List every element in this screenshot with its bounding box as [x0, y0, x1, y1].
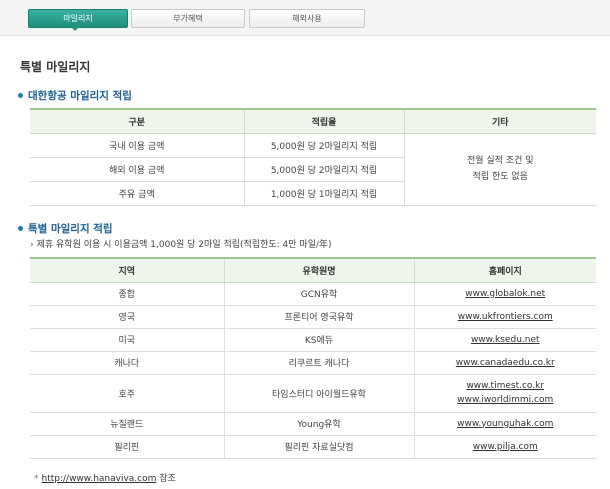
cell-homepage: www.younguhak.com: [413, 412, 596, 436]
cell-rate: 5,000원 당 2마일리지 적립: [243, 157, 404, 182]
table-header-row: 구분 적립율 기타: [30, 108, 596, 134]
bullet-icon: [18, 225, 23, 231]
section-note: › 제휴 유학원 이용 시 이용금액 1,000원 당 2마일 적립(적립한도: …: [30, 237, 332, 250]
table-row: 종합 GCN유학 www.globalok.net: [30, 282, 596, 306]
col-header-etc: 기타: [403, 108, 596, 134]
homepage-link[interactable]: www.globalok.net: [465, 289, 545, 299]
homepage-link[interactable]: www.canadaedu.co.kr: [456, 358, 555, 368]
cell-region: 캐나다: [30, 351, 224, 375]
cell-agency: 타임스터디 아이월드유학: [223, 374, 414, 413]
cell-type: 주유 금액: [30, 181, 244, 206]
cell-rate: 5,000원 당 2마일리지 적립: [243, 133, 404, 158]
cell-agency: 프론티어 영국유학: [223, 305, 414, 329]
table-row: 호주 타임스터디 아이월드유학 www.timest.co.kr www.iwo…: [30, 374, 597, 413]
cell-agency: 리쿠르트 캐나다: [223, 351, 414, 375]
cell-homepage: www.pilja.com: [413, 435, 596, 459]
cell-homepage: www.ksedu.net: [413, 328, 596, 352]
col-header-type: 구분: [30, 108, 244, 134]
footer-reference: * http://www.hanaviva.com 참조: [34, 471, 176, 484]
col-header-rate: 적립율: [243, 108, 404, 134]
cell-region: 호주: [30, 374, 224, 413]
cell-homepage: www.globalok.net: [413, 282, 596, 306]
cell-agency: Young유학: [223, 412, 414, 436]
cell-agency: GCN유학: [223, 282, 414, 306]
study-abroad-partner-table: 지역 유학원명 홈페이지 종합 GCN유학 www.globalok.net 영…: [30, 257, 596, 459]
homepage-link[interactable]: www.ukfrontiers.com: [458, 312, 553, 322]
cell-homepage: www.ukfrontiers.com: [413, 305, 596, 329]
cell-homepage: www.timest.co.kr www.iworldimmi.com: [413, 374, 597, 413]
reference-link[interactable]: http://www.hanaviva.com: [42, 474, 157, 484]
table-row: 캐나다 리쿠르트 캐나다 www.canadaedu.co.kr: [30, 351, 596, 375]
col-header-region: 지역: [30, 257, 224, 283]
page-title: 특별 마일리지: [20, 60, 91, 74]
table-row: 영국 프론티어 영국유학 www.ukfrontiers.com: [30, 305, 596, 329]
active-tab-indicator: [71, 27, 79, 31]
cell-rate: 1,000원 당 1마일리지 적립: [243, 181, 404, 206]
homepage-link[interactable]: www.timest.co.kr: [415, 379, 597, 393]
cell-homepage: www.canadaedu.co.kr: [413, 351, 596, 375]
note-text: 제휴 유학원 이용 시 이용금액 1,000원 당 2마일 적립(적립한도: 4…: [36, 240, 332, 250]
col-header-homepage: 홈페이지: [413, 257, 596, 283]
homepage-link[interactable]: www.ksedu.net: [471, 335, 540, 345]
tab-bar: 마일리지 부가혜택 해외사용: [0, 0, 610, 36]
korean-air-mileage-table: 구분 적립율 기타 국내 이용 금액 5,000원 당 2마일리지 적립 전월 …: [30, 108, 596, 206]
table-header-row: 지역 유학원명 홈페이지: [30, 257, 596, 283]
etc-line: 적립 한도 없음: [472, 172, 528, 182]
cell-region: 뉴질랜드: [30, 412, 224, 436]
table-row: 미국 KS에듀 www.ksedu.net: [30, 328, 596, 352]
section-heading-korean-air: 대한항공 마일리지 적립: [18, 88, 132, 103]
cell-agency: 필리핀 자료실닷컴: [223, 435, 414, 459]
cell-region: 필리핀: [30, 435, 224, 459]
section-heading-special: 특별 마일리지 적립: [18, 221, 113, 236]
col-header-agency: 유학원명: [223, 257, 414, 283]
bullet-icon: [18, 92, 23, 98]
etc-line: 전월 실적 조건 및: [466, 156, 534, 166]
table-row: 국내 이용 금액 5,000원 당 2마일리지 적립 전월 실적 조건 및 적립…: [30, 133, 596, 206]
tab-overseas-use[interactable]: 해외사용: [249, 9, 365, 28]
arrow-bullet-icon: ›: [30, 240, 34, 250]
homepage-link[interactable]: www.pilja.com: [473, 442, 538, 452]
table-row: 뉴질랜드 Young유학 www.younguhak.com: [30, 412, 596, 436]
section-heading-text: 대한항공 마일리지 적립: [28, 90, 132, 102]
cell-region: 종합: [30, 282, 224, 306]
cell-region: 영국: [30, 305, 224, 329]
cell-region: 미국: [30, 328, 224, 352]
cell-etc: 전월 실적 조건 및 적립 한도 없음: [403, 133, 596, 206]
cell-type: 국내 이용 금액: [30, 133, 244, 158]
table-row: 필리핀 필리핀 자료실닷컴 www.pilja.com: [30, 435, 596, 459]
homepage-link[interactable]: www.iworldimmi.com: [415, 393, 597, 407]
reference-suffix: 참조: [159, 474, 176, 484]
cell-agency: KS에듀: [223, 328, 414, 352]
asterisk-icon: *: [34, 474, 39, 484]
cell-type: 해외 이용 금액: [30, 157, 244, 182]
homepage-link[interactable]: www.younguhak.com: [457, 419, 553, 429]
section-heading-text: 특별 마일리지 적립: [28, 223, 113, 235]
tab-mileage[interactable]: 마일리지: [28, 9, 128, 28]
tab-extra-benefits[interactable]: 부가혜택: [131, 9, 245, 28]
